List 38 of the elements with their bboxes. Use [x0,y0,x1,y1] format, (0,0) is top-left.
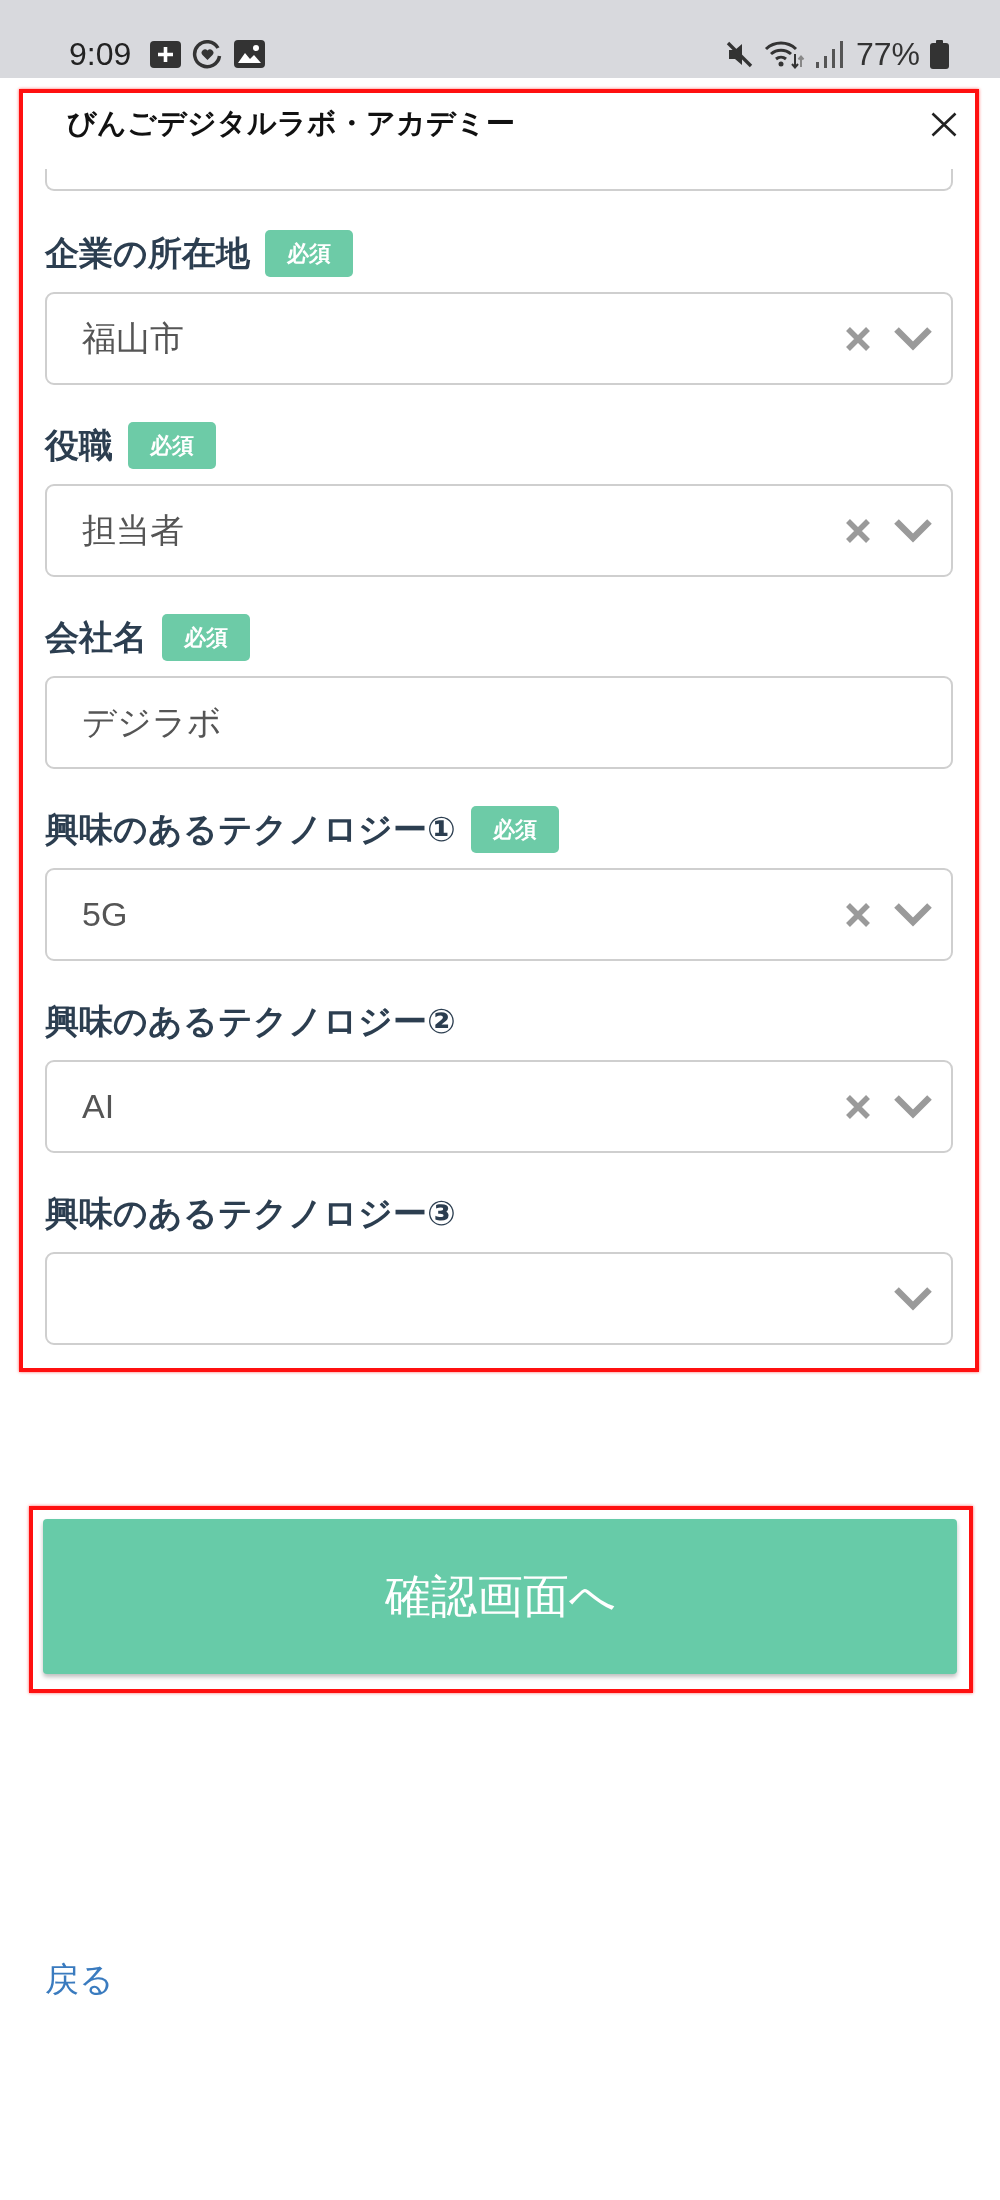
field-label: 企業の所在地 [45,232,250,274]
field-label: 興味のあるテクノロジー② [45,1000,456,1042]
battery-percentage: 77% [855,36,920,72]
modal-title: びんごデジタルラボ・アカデミー [67,106,515,141]
image-icon [234,40,266,68]
status-time: 9:09 [69,36,132,72]
field-label: 興味のあるテクノロジー③ [45,1192,456,1234]
select-field[interactable]: AI [45,1060,953,1153]
field-label: 役職 [45,424,113,466]
field-label: 会社名 [45,616,147,658]
chevron-icon[interactable] [893,1286,933,1311]
input-field[interactable]: デジラボ [45,676,953,769]
clear-icon[interactable] [845,901,871,928]
select-field[interactable]: 5G [45,868,953,961]
select-field[interactable] [45,1252,953,1345]
chevron-icon[interactable] [893,326,933,351]
plus-square-icon [150,40,182,68]
field-label: 興味のあるテクノロジー① [45,808,456,850]
required-badge: 必須 [128,422,216,469]
required-badge: 必須 [470,806,559,853]
chevron-icon[interactable] [893,1094,933,1119]
chevron-icon[interactable] [893,902,933,927]
heart-circle-icon [192,38,224,70]
select-field[interactable]: 担当者 [45,484,953,577]
required-badge: 必須 [265,230,353,277]
close-icon[interactable] [931,111,957,137]
select-field[interactable]: 福山市 [45,292,953,385]
clear-icon[interactable] [845,325,871,352]
clear-icon[interactable] [845,1093,871,1120]
input-field[interactable] [45,169,953,191]
chevron-icon[interactable] [893,518,933,543]
clear-icon[interactable] [845,517,871,544]
required-badge: 必須 [162,614,250,661]
signal-icon [814,40,843,68]
back-link[interactable]: 戻る [45,1959,114,1999]
battery-icon [930,39,949,69]
mute-icon [724,39,754,69]
wifi-icon [763,39,805,69]
